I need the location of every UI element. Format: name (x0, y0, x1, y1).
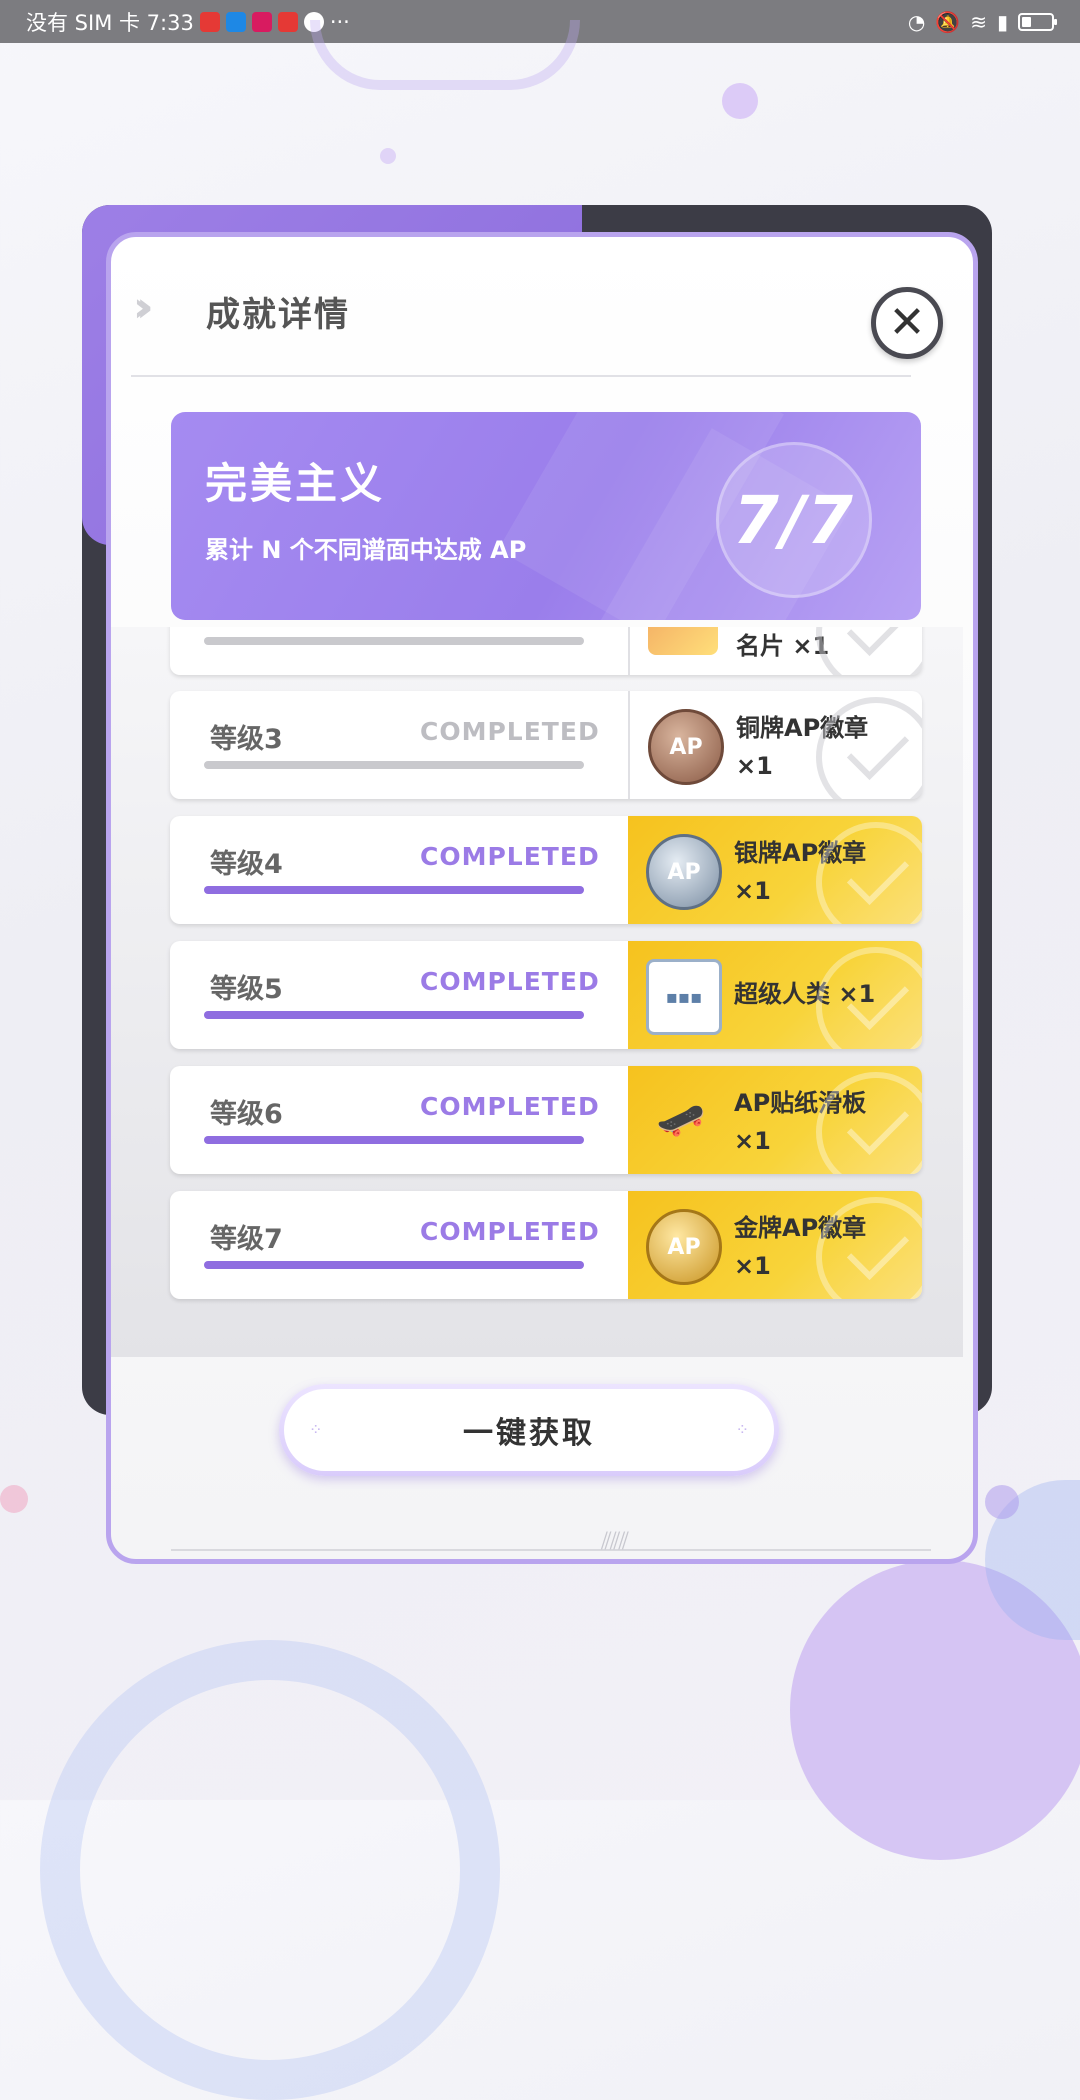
level-row: 等级3 COMPLETED AP 铜牌AP徽章 ×1 (170, 691, 922, 799)
background-decoration (40, 1640, 500, 2100)
app-notification-icon (251, 11, 272, 32)
progress-bar (204, 637, 584, 645)
background-decoration (0, 1485, 28, 1513)
title-chevron-icon: ›› (133, 282, 153, 331)
reward-cell: 名片 ×1 (628, 627, 922, 675)
modal-title: 成就详情 (206, 295, 350, 335)
progress-bar (204, 1136, 584, 1144)
skateboard-icon: 🛹 (656, 1096, 706, 1143)
level-row: 等级5 COMPLETED ▪▪▪ 超级人类 ×1 (170, 941, 922, 1049)
silver-ap-badge-icon: AP (646, 834, 722, 910)
progress-bar (204, 1261, 584, 1269)
close-icon: ✕ (888, 297, 926, 348)
level-label: 等级7 (210, 1224, 283, 1255)
calendar-icon: ▪▪▪ (646, 959, 722, 1035)
battery-icon (1018, 12, 1057, 31)
reward-cell: AP 铜牌AP徽章 ×1 (628, 691, 922, 799)
level-label: 等级4 (210, 849, 283, 880)
level-label: 等级5 (210, 974, 283, 1005)
status-label: COMPLETED (420, 1092, 600, 1121)
status-label: COMPLETED (420, 842, 600, 871)
level-label: 等级3 (210, 724, 283, 755)
carrier-time: 没有 SIM 卡 7:33 (26, 10, 194, 35)
background-decoration (380, 148, 396, 164)
background-decoration (985, 1485, 1019, 1519)
button-decoration-icon: ⁘ (309, 1420, 323, 1439)
claimed-check-icon (816, 947, 922, 1049)
achievement-header-card: 完美主义 累计 N 个不同谱面中达成 AP 7/7 (171, 412, 921, 620)
reward-cell: 🛹 AP贴纸滑板 ×1 (628, 1066, 922, 1174)
achievement-progress: 7/7 (716, 442, 872, 598)
claimed-check-icon (816, 627, 922, 675)
app-notification-icon (277, 11, 298, 32)
level-row: 等级7 COMPLETED AP 金牌AP徽章 ×1 (170, 1191, 922, 1299)
gold-ap-badge-icon: AP (646, 1209, 722, 1285)
app-notification-icon (225, 11, 246, 32)
status-right: ◔ 🔕 ≋ ▮ (907, 9, 1057, 34)
bronze-ap-badge-icon: AP (648, 709, 724, 785)
achievement-name: 完美主义 (205, 459, 386, 508)
status-label: COMPLETED (420, 1217, 600, 1246)
app-notification-icon (199, 11, 220, 32)
divider (171, 1549, 931, 1551)
speed-icon: ◔ (907, 9, 926, 34)
claim-all-label: 一键获取 (284, 1389, 774, 1471)
mute-icon: 🔕 (935, 9, 961, 34)
reward-cell: ▪▪▪ 超级人类 ×1 (628, 941, 922, 1049)
achievement-detail-modal: ›› 成就详情 ✕ 完美主义 累计 N 个不同谱面中达成 AP 7/7 名片 ×… (106, 232, 978, 1564)
close-button[interactable]: ✕ (871, 287, 943, 359)
claim-all-button[interactable]: ⁘ 一键获取 ⁘ (279, 1384, 779, 1476)
level-row: 名片 ×1 (170, 627, 922, 675)
status-label: COMPLETED (420, 717, 600, 746)
reward-cell: AP 银牌AP徽章 ×1 (628, 816, 922, 924)
divider (131, 375, 911, 377)
card-icon (648, 627, 718, 655)
alert-icon: ▮ (996, 9, 1008, 34)
level-row: 等级6 COMPLETED 🛹 AP贴纸滑板 ×1 (170, 1066, 922, 1174)
reward-level-list[interactable]: 名片 ×1 等级3 COMPLETED AP 铜牌AP徽章 ×1 等级4 COM… (111, 627, 973, 1367)
level-row: 等级4 COMPLETED AP 银牌AP徽章 ×1 (170, 816, 922, 924)
wifi-icon: ≋ (970, 9, 987, 34)
button-decoration-icon: ⁘ (735, 1420, 749, 1439)
status-label: COMPLETED (420, 967, 600, 996)
reward-cell: AP 金牌AP徽章 ×1 (628, 1191, 922, 1299)
status-left: 没有 SIM 卡 7:33 ··· (26, 7, 350, 37)
progress-bar (204, 761, 584, 769)
progress-bar (204, 1011, 584, 1019)
progress-bar (204, 886, 584, 894)
background-decoration (722, 83, 758, 119)
background-decoration (310, 20, 580, 90)
level-label: 等级6 (210, 1099, 283, 1130)
achievement-description: 累计 N 个不同谱面中达成 AP (205, 536, 527, 564)
bottom-decoration-icon: ⫽⫽⫽ (601, 1527, 629, 1555)
